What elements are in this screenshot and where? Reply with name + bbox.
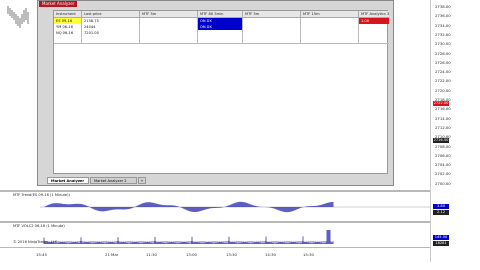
price-tick: 2730.00 (435, 41, 451, 47)
window-title[interactable]: Market Analyzer (39, 1, 78, 7)
time-tick: 13:00 (186, 252, 197, 257)
analyzer-grid[interactable]: Instrument Last price MTF 5m MTF 8X 5min… (53, 10, 389, 174)
col-header-mtf-15m[interactable]: MTF 15m (301, 11, 359, 18)
price-tick: 2714.00 (435, 115, 451, 121)
col-header-mtf-8x[interactable]: MTF 8X 5min (198, 11, 243, 18)
price-tick: 2704.00 (435, 162, 451, 168)
price-tick: 2708.00 (435, 143, 451, 149)
chart-area[interactable]: Market Analyzer Instrument Last price MT… (0, 0, 480, 262)
price-tick: 2726.00 (435, 59, 451, 65)
price-tick: 2722.00 (435, 78, 451, 84)
price-tick: 2734.00 (435, 22, 451, 28)
market-analyzer-window[interactable]: Market Analyzer Instrument Last price MT… (37, 0, 394, 186)
panel-divider[interactable] (0, 190, 480, 192)
price-tick: 2712.00 (435, 124, 451, 130)
col-header-last-price[interactable]: Last price (82, 11, 140, 18)
add-tab-button[interactable]: + (138, 177, 146, 184)
col-header-instrument[interactable]: Instrument (54, 11, 82, 18)
panel-1-label: MTF Trend(ES 09-16 (1 Minute)) (13, 193, 70, 197)
col-header-mtf-5m[interactable]: MTF 5m (140, 11, 198, 18)
price-badge-current: 2716.50 (433, 138, 449, 143)
panel-divider[interactable] (0, 221, 480, 223)
time-tick: 15:30 (303, 252, 314, 257)
row-divider (54, 43, 389, 44)
price-tick: 2736.00 (435, 13, 451, 19)
price-badge-red: 2722.00 (433, 101, 449, 106)
volume-histogram (43, 230, 334, 244)
time-tick: 15:45 (36, 252, 47, 257)
col-divider (139, 18, 140, 43)
price-tick: 2706.00 (435, 152, 451, 158)
price-tick: 2716.00 (435, 106, 451, 112)
cell-last-price[interactable]: 7201.00 (82, 30, 139, 36)
panel-badge: 18281 (433, 241, 449, 246)
price-axis[interactable]: 2738.00 2736.00 2734.00 2732.00 2730.00 2728.… (430, 0, 480, 262)
trend-histogram (40, 201, 430, 213)
tab-market-analyzer[interactable]: Market Analyzer (47, 177, 89, 184)
price-bars (7, 6, 29, 28)
cell-instrument[interactable]: NQ 06-16 (54, 30, 81, 36)
price-tick: 2700.00 (435, 180, 451, 186)
panel-badge: 3.80 (433, 204, 449, 209)
col-divider (300, 18, 301, 43)
time-tick: 11:30 (146, 252, 157, 257)
price-tick: 2728.00 (435, 50, 451, 56)
panel-badge: 145.50 (433, 235, 449, 240)
time-tick: 21 Mar (105, 252, 119, 257)
tab-market-analyzer-2[interactable]: Market Analyzer 2 (90, 177, 137, 184)
col-header-mtf-analytics[interactable]: MTF Analytics 30min (359, 11, 389, 18)
price-tick: 2732.00 (435, 31, 451, 37)
price-tick: 2724.00 (435, 69, 451, 75)
time-tick: 14:30 (265, 252, 276, 257)
price-tick: 2738.00 (435, 4, 451, 9)
time-tick: 13:30 (226, 252, 237, 257)
panel-badge: 2.12 (433, 210, 449, 215)
cell-mtf-analytics[interactable]: 1.00 (359, 18, 389, 24)
col-header-mtf-5m-2[interactable]: MTF 5m (243, 11, 301, 18)
cell-mtf-8x[interactable]: ON DX (198, 24, 242, 30)
price-tick: 2702.00 (435, 171, 451, 177)
col-divider (242, 18, 243, 43)
panel-divider (0, 247, 480, 248)
price-tick: 2720.00 (435, 87, 451, 93)
